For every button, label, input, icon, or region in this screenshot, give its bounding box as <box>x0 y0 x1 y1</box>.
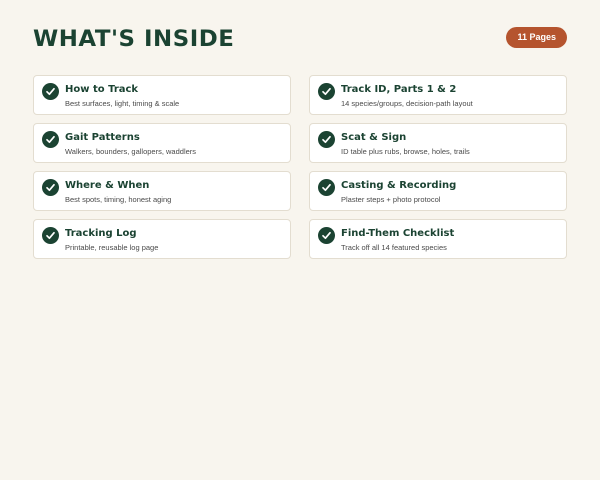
item-description: Best spots, timing, honest aging <box>65 195 172 204</box>
check-icon <box>42 179 59 196</box>
item-description: Best surfaces, light, timing & scale <box>65 99 180 108</box>
item-description: 14 species/groups, decision-path layout <box>341 99 473 108</box>
check-icon <box>318 227 335 244</box>
item-title: Track ID, Parts 1 & 2 <box>341 84 457 95</box>
contents-item: Gait Patterns Walkers, bounders, gallope… <box>33 123 291 163</box>
contents-item: Where & When Best spots, timing, honest … <box>33 171 291 211</box>
item-title: Where & When <box>65 180 150 191</box>
contents-item: Track ID, Parts 1 & 2 14 species/groups,… <box>309 75 567 115</box>
check-icon <box>42 131 59 148</box>
item-title: How to Track <box>65 84 139 95</box>
check-icon <box>318 83 335 100</box>
item-title: Tracking Log <box>65 228 137 239</box>
contents-item: Scat & Sign ID table plus rubs, browse, … <box>309 123 567 163</box>
contents-item: How to Track Best surfaces, light, timin… <box>33 75 291 115</box>
contents-item: Casting & Recording Plaster steps + phot… <box>309 171 567 211</box>
check-icon <box>318 131 335 148</box>
item-title: Casting & Recording <box>341 180 457 191</box>
page-count-badge: 11 Pages <box>506 27 567 48</box>
item-title: Gait Patterns <box>65 132 140 143</box>
check-icon <box>318 179 335 196</box>
check-icon <box>42 227 59 244</box>
page-header: WHAT'S INSIDE 11 Pages <box>33 27 567 52</box>
check-icon <box>42 83 59 100</box>
item-description: Printable, reusable log page <box>65 243 159 252</box>
item-description: Track off all 14 featured species <box>341 243 447 252</box>
contents-item: Find-Them Checklist Track off all 14 fea… <box>309 219 567 259</box>
item-title: Scat & Sign <box>341 132 407 143</box>
contents-item: Tracking Log Printable, reusable log pag… <box>33 219 291 259</box>
page-title: WHAT'S INSIDE <box>33 27 235 52</box>
item-title: Find-Them Checklist <box>341 228 455 239</box>
item-description: Walkers, bounders, gallopers, waddlers <box>65 147 197 156</box>
item-description: ID table plus rubs, browse, holes, trail… <box>341 147 470 156</box>
contents-grid: How to Track Best surfaces, light, timin… <box>33 75 567 259</box>
item-description: Plaster steps + photo protocol <box>341 195 441 204</box>
